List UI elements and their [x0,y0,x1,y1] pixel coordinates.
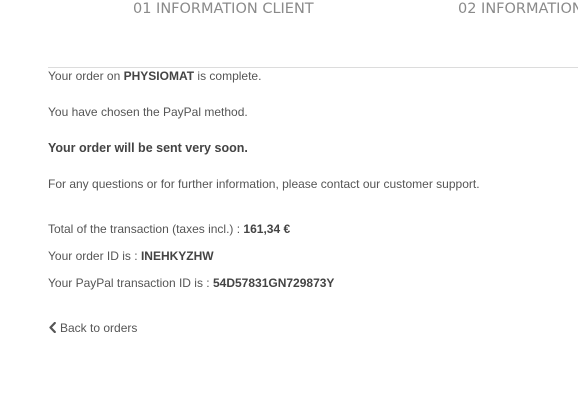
paypal-transaction-id: Your PayPal transaction ID is : 54D57831… [48,275,334,291]
order-suffix-text: is complete. [194,69,262,83]
support-message: For any questions or for further informa… [48,177,480,191]
order-prefix-text: Your order on [48,69,124,83]
paypal-id-value: 54D57831GN729873Y [212,276,335,290]
shop-name: PHYSIOMAT [123,69,195,83]
order-id-label: Your order ID is : [48,249,141,263]
chevron-left-icon [48,321,57,337]
transaction-total: Total of the transaction (taxes incl.) :… [48,221,290,237]
paypal-id-label: Your PayPal transaction ID is : [48,276,213,290]
step-information-client: 01 INFORMATION CLIENT [133,1,314,17]
payment-method-message: You have chosen the PayPal method. [48,105,248,119]
total-value: 161,34 € [243,222,291,236]
order-id: Your order ID is : INEHKYZHW [48,248,214,264]
back-to-orders-label: Back to orders [60,321,138,335]
back-to-orders-link[interactable]: Back to orders [48,320,137,337]
step-information: 02 INFORMATION [458,1,578,17]
checkout-steps: 01 INFORMATION CLIENT 02 INFORMATION [0,0,578,20]
shipping-message: Your order will be sent very soon. [48,141,248,155]
order-id-value: INEHKYZHW [140,249,214,263]
order-complete-message: Your order on PHYSIOMAT is complete. [48,68,261,84]
total-label: Total of the transaction (taxes incl.) : [48,222,244,236]
